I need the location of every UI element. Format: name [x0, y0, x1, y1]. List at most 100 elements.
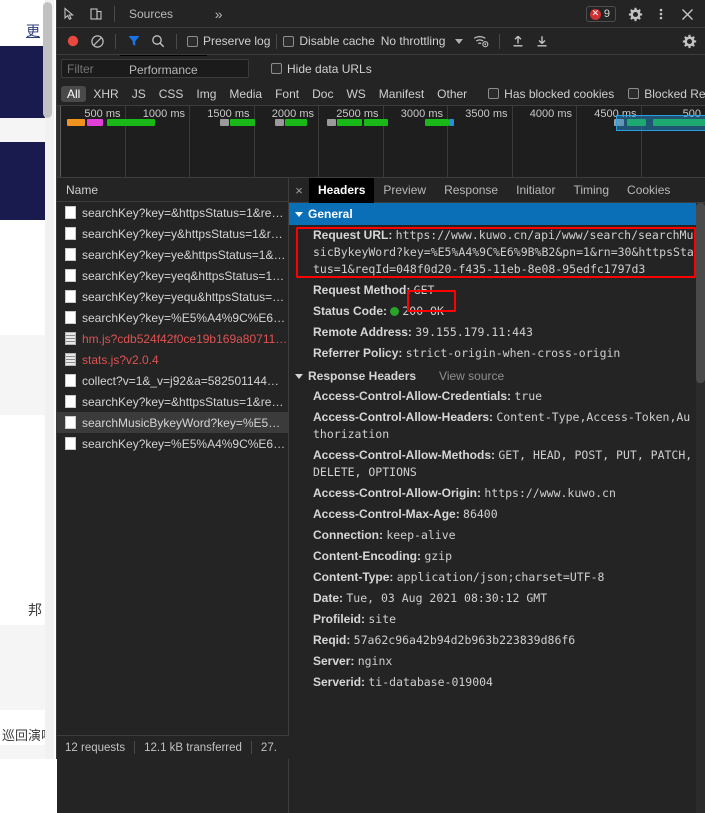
header-value: 86400 [463, 507, 498, 521]
type-filter-all[interactable]: All [61, 86, 86, 102]
details-tab-initiator[interactable]: Initiator [507, 178, 564, 203]
response-headers-section-header[interactable]: Response Headers View source [289, 364, 705, 386]
details-tab-response[interactable]: Response [435, 178, 507, 203]
status-divider-2 [251, 741, 252, 754]
details-tab-headers[interactable]: Headers [309, 178, 374, 203]
throttling-select[interactable]: No throttling [381, 34, 464, 48]
type-filter-other[interactable]: Other [431, 86, 473, 102]
type-filter-ws[interactable]: WS [340, 86, 371, 102]
checkbox-box [187, 36, 198, 47]
general-row: Remote Address: 39.155.179.11:443 [289, 322, 705, 343]
type-filter-xhr[interactable]: XHR [87, 86, 124, 102]
filter-icon[interactable] [122, 29, 146, 53]
tab-performance[interactable]: Performance [120, 56, 207, 84]
close-details-icon[interactable]: × [289, 183, 309, 198]
details-scrollbar-thumb[interactable] [696, 203, 705, 383]
table-row[interactable]: searchKey?key=y&httpsStatus=1&r… [57, 223, 288, 244]
checkbox-box [628, 88, 639, 99]
more-panels-button[interactable]: » [207, 0, 231, 28]
disable-cache-checkbox[interactable]: Disable cache [283, 28, 374, 55]
request-name: searchKey?key=&httpsStatus=1&re… [82, 395, 283, 409]
page-section [0, 142, 48, 220]
waterfall-bar [220, 119, 229, 126]
waterfall-bar [87, 119, 103, 126]
type-filter-js[interactable]: JS [126, 86, 152, 102]
network-overview-timeline[interactable]: 500 ms1000 ms1500 ms2000 ms2500 ms3000 m… [57, 106, 705, 178]
timeline-selection-box[interactable] [616, 115, 705, 131]
header-value: application/json;charset=UTF-8 [397, 570, 605, 584]
checkbox-box [283, 36, 294, 47]
header-name: Remote Address: [313, 325, 415, 339]
waterfall-bar [67, 119, 85, 126]
gear-icon[interactable] [622, 1, 648, 27]
tab-sources[interactable]: Sources [120, 0, 207, 28]
type-filter-manifest[interactable]: Manifest [373, 86, 430, 102]
clear-button[interactable] [85, 29, 109, 53]
request-list-column-header[interactable]: Name [57, 178, 288, 202]
tabbar-right-controls: ✕ 9 [586, 0, 705, 28]
devtools-tabbar: ElementsConsoleSourcesNetworkPerformance… [57, 0, 705, 28]
general-section-header[interactable]: General [289, 203, 705, 225]
checkbox-blocked-requests[interactable]: Blocked Requests [628, 87, 705, 101]
response-header-row: Content-Type: application/json;charset=U… [289, 567, 705, 588]
page-scrollbar-thumb[interactable] [43, 2, 52, 118]
table-row[interactable]: searchMusicBykeyWord?key=%E5%… [57, 412, 288, 433]
details-scrollbar-track[interactable] [696, 203, 705, 813]
checkbox-label: Blocked Requests [644, 87, 705, 101]
table-row[interactable]: searchKey?key=ye&httpsStatus=1&… [57, 244, 288, 265]
toolbar-divider-3 [276, 34, 277, 49]
wifi-settings-icon[interactable] [469, 29, 493, 53]
view-source-link[interactable]: View source [439, 369, 504, 383]
close-icon[interactable] [674, 1, 700, 27]
header-name: Request Method: [313, 283, 414, 297]
table-row[interactable]: searchKey?key=%E5%A4%9C%E6%… [57, 433, 288, 454]
type-filter-media[interactable]: Media [223, 86, 268, 102]
preserve-log-label: Preserve log [203, 34, 270, 48]
details-tabs: × HeadersPreviewResponseInitiatorTimingC… [289, 178, 705, 203]
hide-data-urls-checkbox[interactable]: Hide data URLs [271, 62, 372, 76]
details-tab-cookies[interactable]: Cookies [618, 178, 679, 203]
record-button[interactable] [61, 29, 85, 53]
toolbar-divider-1 [115, 34, 116, 49]
device-toolbar-icon[interactable] [83, 1, 109, 27]
table-row[interactable]: searchKey?key=yeq&httpsStatus=1… [57, 265, 288, 286]
table-row[interactable]: searchKey?key=yequ&httpsStatus=… [57, 286, 288, 307]
search-icon[interactable] [146, 29, 170, 53]
request-name: collect?v=1&_v=j92&a=582501144… [82, 374, 279, 388]
page-scrollbar-track[interactable] [45, 0, 54, 759]
header-value: nginx [358, 654, 393, 668]
header-name: Referrer Policy: [313, 346, 406, 360]
error-count-badge[interactable]: ✕ 9 [586, 6, 616, 22]
preserve-log-checkbox[interactable]: Preserve log [187, 28, 270, 55]
inspect-element-icon[interactable] [57, 1, 83, 27]
import-har-icon[interactable] [506, 29, 530, 53]
general-section-title: General [308, 207, 353, 221]
waterfall-bar [107, 119, 155, 126]
timeline-tick-label: 3500 ms [465, 108, 507, 120]
kebab-menu-icon[interactable] [648, 1, 674, 27]
general-row: Request URL: https://www.kuwo.cn/api/www… [289, 225, 705, 280]
headers-content: General Request URL: https://www.kuwo.cn… [289, 203, 705, 693]
type-filter-img[interactable]: Img [190, 86, 222, 102]
table-row[interactable]: searchKey?key=&httpsStatus=1&re… [57, 202, 288, 223]
table-row[interactable]: collect?v=1&_v=j92&a=582501144… [57, 370, 288, 391]
header-name: Date: [313, 591, 346, 605]
details-tab-timing[interactable]: Timing [564, 178, 618, 203]
request-name: searchMusicBykeyWord?key=%E5%… [82, 416, 288, 430]
details-tab-preview[interactable]: Preview [374, 178, 435, 203]
type-filter-doc[interactable]: Doc [306, 86, 339, 102]
table-row[interactable]: stats.js?v2.0.4 [57, 349, 288, 370]
chevron-down-icon [295, 374, 303, 379]
request-count-label: 12 requests [65, 742, 125, 754]
table-row[interactable]: searchKey?key=%E5%A4%9C%E6%… [57, 307, 288, 328]
page-link-text[interactable]: 更 [26, 21, 40, 41]
type-filter-font[interactable]: Font [269, 86, 305, 102]
network-settings-icon[interactable] [677, 29, 701, 53]
document-file-icon [65, 269, 76, 282]
table-row[interactable]: hm.js?cdb524f42f0ce19b169a80711… [57, 328, 288, 349]
general-row: Referrer Policy: strict-origin-when-cros… [289, 343, 705, 364]
type-filter-css[interactable]: CSS [153, 86, 190, 102]
table-row[interactable]: searchKey?key=&httpsStatus=1&re… [57, 391, 288, 412]
checkbox-has-blocked-cookies[interactable]: Has blocked cookies [488, 87, 614, 101]
export-har-icon[interactable] [530, 29, 554, 53]
